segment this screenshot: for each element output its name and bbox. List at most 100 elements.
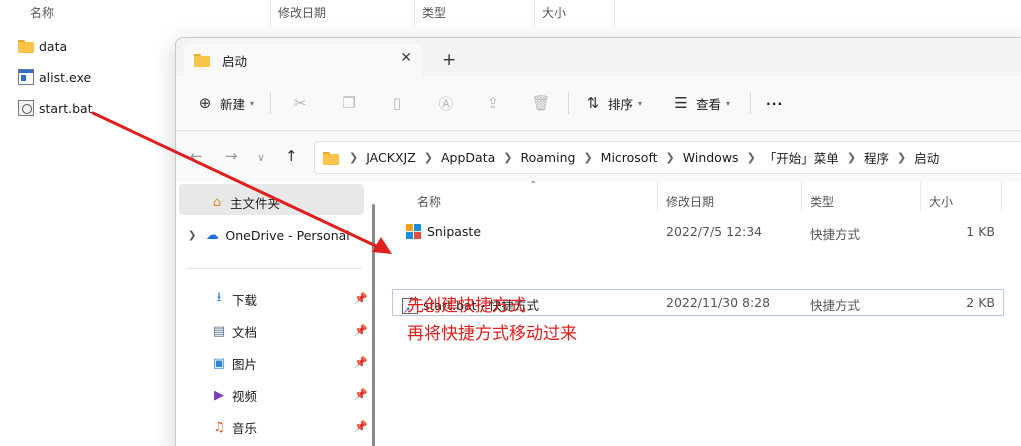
pin-icon[interactable]: 📌 <box>354 292 368 305</box>
file-name: data <box>39 38 68 54</box>
folder-icon <box>323 150 341 166</box>
breadcrumb-chevron-icon: ❯ <box>746 151 756 164</box>
delete-button[interactable]: 🗑 <box>531 93 551 113</box>
sidebar-item-label: 下载 <box>232 292 258 308</box>
file-name: alist.exe <box>39 69 92 85</box>
sidebar-item-videos[interactable]: ▶ 视频 <box>211 384 257 406</box>
back-arrow-icon[interactable]: ← <box>190 147 203 165</box>
column-divider[interactable] <box>614 0 615 26</box>
rename-icon: Ⓐ <box>438 94 454 113</box>
sort-up-icon: ⌃ <box>143 0 152 5</box>
new-button[interactable]: ⊕ 新建 ▾ <box>196 93 254 113</box>
file-name: Snipaste <box>427 224 482 239</box>
view-button[interactable]: ☰ 查看 ▾ <box>672 93 730 113</box>
breadcrumb-item[interactable]: Microsoft <box>601 150 658 165</box>
file-type: 快捷方式 <box>810 298 861 313</box>
download-icon: ⭳ <box>216 290 222 305</box>
cloud-icon: ☁ <box>205 227 219 243</box>
folder-icon <box>18 38 34 54</box>
pin-icon[interactable]: 📌 <box>354 324 368 337</box>
more-options-button[interactable]: ··· <box>766 93 783 113</box>
file-item-start-bat[interactable]: start.bat <box>18 97 93 119</box>
sidebar-item-downloads[interactable]: ⭳ 下载 <box>211 288 257 310</box>
close-tab-icon[interactable]: ✕ <box>400 50 412 66</box>
new-tab-icon[interactable]: + <box>442 50 456 70</box>
exe-icon <box>18 69 34 85</box>
copy-icon: ❐ <box>342 94 356 112</box>
copy-button[interactable]: ❐ <box>340 93 358 113</box>
pin-icon[interactable]: 📌 <box>354 388 368 401</box>
sidebar-item-home[interactable]: ⌂ 主文件夹 <box>209 191 280 213</box>
sort-button[interactable]: ⇅ 排序 ▾ <box>584 93 642 113</box>
sidebar-item-label: OneDrive - Personal <box>225 227 350 243</box>
column-divider[interactable] <box>657 182 658 212</box>
bat-icon <box>18 100 34 116</box>
breadcrumb-item[interactable]: Roaming <box>520 150 575 165</box>
column-divider[interactable] <box>1001 182 1002 212</box>
sidebar-item-label: 文档 <box>232 324 258 340</box>
tab-startup[interactable]: 启动 ✕ <box>184 44 422 76</box>
file-row-snipaste[interactable]: Snipaste 2022/7/5 12:34 快捷方式 1 KB <box>392 218 1004 245</box>
annotation-line-1: 先创建快捷方式 <box>407 296 526 316</box>
sidebar-divider <box>186 268 362 269</box>
breadcrumb-chevron-icon: ❯ <box>349 151 359 164</box>
forward-arrow-icon[interactable]: → <box>225 147 238 165</box>
column-header-size[interactable]: 大小 <box>542 0 566 26</box>
scissors-icon: ✂ <box>293 94 307 112</box>
sort-label: 排序 <box>608 96 634 112</box>
sidebar-item-documents[interactable]: ▤ 文档 <box>211 320 257 342</box>
column-header-modified[interactable]: 修改日期 <box>278 0 326 26</box>
breadcrumb-chevron-icon: ❯ <box>423 151 433 164</box>
plus-circle-icon: ⊕ <box>198 94 212 112</box>
column-divider[interactable] <box>920 182 921 212</box>
up-arrow-icon[interactable]: ↑ <box>285 147 298 165</box>
column-divider[interactable] <box>270 0 271 26</box>
breadcrumb-item[interactable]: 启动 <box>914 148 939 167</box>
column-header-modified[interactable]: 修改日期 <box>666 193 714 210</box>
rename-button[interactable]: Ⓐ <box>437 93 455 113</box>
breadcrumb-item[interactable]: Windows <box>683 150 739 165</box>
sidebar-item-onedrive[interactable]: ❯ ☁ OneDrive - Personal <box>188 224 350 246</box>
sidebar-scrollbar[interactable] <box>372 204 375 446</box>
home-icon: ⌂ <box>212 194 222 210</box>
trash-icon: 🗑 <box>531 94 551 112</box>
snipaste-icon <box>406 224 421 239</box>
explorer-window: 启动 ✕ + ⊕ 新建 ▾ ✂ ❐ ▯ Ⓐ ⇪ 🗑 ⇅ 排序 ▾ ☰ 查看 ▾ … <box>175 37 1021 446</box>
chevron-right-icon[interactable]: ❯ <box>188 230 196 241</box>
recent-locations-icon[interactable]: ∨ <box>257 151 265 164</box>
column-header-size[interactable]: 大小 <box>929 193 953 210</box>
navigation-pane: ⌂ 主文件夹 ❯ ☁ OneDrive - Personal ⭳ 下载 📌 ▤ … <box>176 182 368 446</box>
file-size: 1 KB <box>966 224 995 239</box>
address-bar[interactable]: ❯ JACKXJZ ❯ AppData ❯ Roaming ❯ Microsof… <box>314 141 1021 174</box>
annotation-line-2: 再将快捷方式移动过来 <box>407 324 577 344</box>
file-item-data[interactable]: data <box>18 35 67 57</box>
breadcrumb-chevron-icon: ❯ <box>846 151 857 164</box>
chevron-down-icon: ▾ <box>250 98 255 108</box>
breadcrumb-item[interactable]: JACKXJZ <box>366 150 416 165</box>
breadcrumb-chevron-icon: ❯ <box>503 151 513 164</box>
document-icon: ▤ <box>212 323 226 339</box>
share-button[interactable]: ⇪ <box>484 93 502 113</box>
file-item-alist-exe[interactable]: alist.exe <box>18 66 91 88</box>
pin-icon[interactable]: 📌 <box>354 356 368 369</box>
cut-button[interactable]: ✂ <box>291 93 309 113</box>
music-icon: ♫ <box>213 419 225 435</box>
breadcrumb-item[interactable]: 「开始」菜单 <box>764 148 839 167</box>
column-divider[interactable] <box>534 0 535 26</box>
file-name-cell: Snipaste <box>406 224 481 239</box>
column-header-type[interactable]: 类型 <box>422 0 446 26</box>
column-header-name[interactable]: 名称 <box>417 193 441 210</box>
paste-button[interactable]: ▯ <box>388 93 406 113</box>
column-divider[interactable] <box>801 182 802 212</box>
column-header-type[interactable]: 类型 <box>810 193 834 210</box>
pin-icon[interactable]: 📌 <box>354 420 368 433</box>
column-header-name[interactable]: 名称 <box>30 0 54 26</box>
breadcrumb-item[interactable]: 程序 <box>864 148 889 167</box>
breadcrumb-item[interactable]: AppData <box>441 150 495 165</box>
toolbar-divider <box>750 92 751 114</box>
sidebar-item-music[interactable]: ♫ 音乐 <box>211 416 257 438</box>
sidebar-item-label: 视频 <box>232 388 258 404</box>
sidebar-item-pictures[interactable]: ▣ 图片 <box>211 352 257 374</box>
breadcrumb-chevron-icon: ❯ <box>665 151 675 164</box>
column-divider[interactable] <box>414 0 415 26</box>
